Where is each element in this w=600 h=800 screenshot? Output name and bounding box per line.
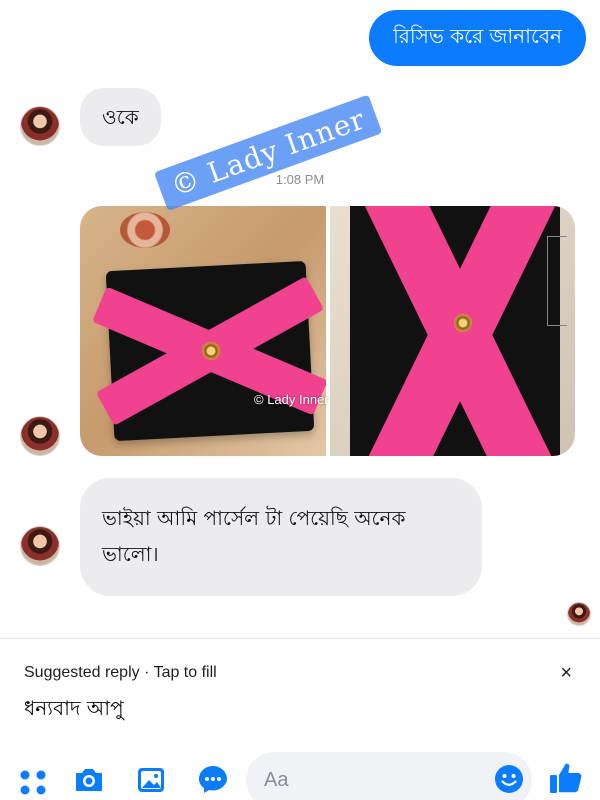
watermark-small: © Lady Inner <box>254 392 329 407</box>
message-timestamp: 1:08 PM <box>275 172 325 187</box>
outgoing-message[interactable]: রিসিভ করে জানাবেন <box>369 10 586 66</box>
incoming-message[interactable]: ওকে <box>80 88 161 146</box>
avatar[interactable] <box>20 526 60 566</box>
message-input-placeholder: Aa <box>264 768 289 791</box>
emoji-icon[interactable] <box>494 764 524 794</box>
suggested-reply-text[interactable]: ধন্যবাদ আপু <box>24 694 124 727</box>
chat-thread: রিসিভ করে জানাবেন ওকে 1:08 PM © Lady Inn… <box>0 0 600 638</box>
suggested-reply-header: Suggested reply · Tap to fill <box>24 664 217 681</box>
photo-attachment-1[interactable] <box>80 206 326 456</box>
cushion-cover-image <box>350 206 560 456</box>
divider <box>0 638 600 639</box>
like-icon[interactable] <box>546 758 586 798</box>
camera-icon[interactable] <box>72 762 106 796</box>
watermark-large: © Lady Inner <box>153 94 383 211</box>
close-icon[interactable]: × <box>560 662 572 685</box>
suggested-reply-panel: Suggested reply · Tap to fill × ধন্যবাদ … <box>0 640 600 740</box>
photo-attachment-2[interactable] <box>330 206 575 456</box>
cushion-cover-image <box>92 260 326 442</box>
decorative-mat <box>120 212 170 248</box>
avatar[interactable] <box>20 106 60 146</box>
messenger-icon[interactable] <box>196 762 230 796</box>
incoming-message[interactable]: ভাইয়া আমি পার্সেল টা পেয়েছি অনেক ভালো। <box>80 478 482 596</box>
center-button <box>454 314 472 332</box>
gallery-icon[interactable] <box>134 762 168 796</box>
message-input[interactable]: Aa <box>246 752 532 800</box>
seen-avatar <box>567 602 591 626</box>
box-decoration <box>547 236 567 326</box>
avatar[interactable] <box>20 416 60 456</box>
message-composer: Aa <box>0 740 600 800</box>
more-icon[interactable] <box>16 762 50 796</box>
